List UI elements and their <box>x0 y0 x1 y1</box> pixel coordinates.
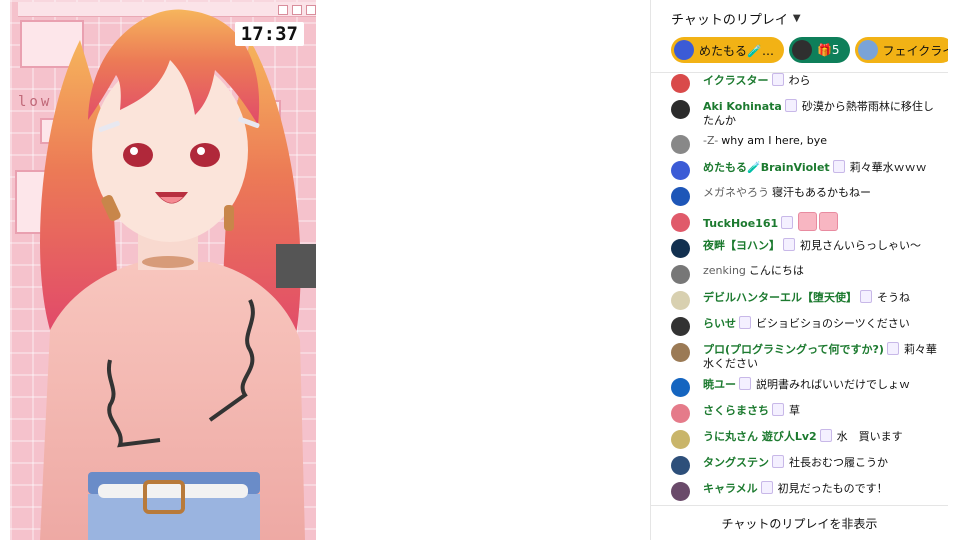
chat-message[interactable]: zenking こんにちは <box>651 261 948 287</box>
member-badge-icon <box>819 429 832 442</box>
chat-message[interactable]: メガネやろう 寝汗もあるかもねー <box>651 183 948 209</box>
member-badge-icon <box>739 316 751 329</box>
chat-message-text: そうね <box>877 291 910 304</box>
avatar[interactable] <box>671 239 690 258</box>
chat-title: チャットのリプレイ <box>671 12 788 28</box>
avatar[interactable] <box>671 456 690 475</box>
chat-message-text: こんにちは <box>748 264 804 277</box>
chat-message-text: 初見さんいらっしゃい〜 <box>800 239 921 252</box>
chat-author[interactable]: TuckHoe161 <box>703 217 778 230</box>
chat-message-text: 初見だったものです！ <box>777 482 888 495</box>
stream-clock: 17:37 <box>234 22 304 46</box>
chat-author[interactable]: タングステン <box>703 456 769 469</box>
avatar[interactable] <box>671 317 690 336</box>
chat-message[interactable]: イクラスター わら <box>651 70 948 96</box>
avatar[interactable] <box>671 135 690 154</box>
chat-author[interactable]: 夜畔【ヨハン】 <box>703 239 780 252</box>
chat-message[interactable]: TuckHoe161 <box>651 209 948 235</box>
avatar[interactable] <box>671 482 690 501</box>
member-badge-icon <box>772 403 784 416</box>
chat-author[interactable]: うに丸さん 遊び人Lv2 <box>703 430 817 443</box>
avatar[interactable] <box>671 404 690 423</box>
hide-chat-replay-button[interactable]: チャットのリプレイを非表示 <box>651 505 948 540</box>
chat-message[interactable]: -Z-why am I here, bye <box>651 131 948 157</box>
pinned-chip-label: 5 <box>831 43 840 57</box>
side-panel-tab[interactable] <box>276 244 316 288</box>
chat-author[interactable]: めたもる🧪BrainViolet <box>703 161 830 174</box>
member-badge-icon <box>781 216 794 229</box>
chat-message-text: 莉々華水ｗｗｗ <box>849 161 927 174</box>
pinned-chip-2[interactable]: 🎁 5 <box>788 37 850 63</box>
chat-author[interactable]: Aki Kohinata <box>703 100 782 113</box>
avatar[interactable] <box>671 343 690 362</box>
chat-message-text: 草 <box>789 404 800 417</box>
chat-message[interactable]: Aki Kohinata 砂漠から熱帯雨林に移住したんか <box>651 96 948 131</box>
avatar[interactable] <box>671 187 690 206</box>
pinned-chip-label: フェイクライ <box>882 43 948 58</box>
avatar[interactable] <box>671 265 690 284</box>
chat-message[interactable]: キャラメル 初見だったものです！ <box>651 478 948 504</box>
member-badge-icon <box>739 377 751 390</box>
chat-author[interactable]: zenking <box>703 264 746 277</box>
member-badge-icon <box>832 160 845 173</box>
vtuber-avatar <box>40 9 305 540</box>
member-badge-icon <box>771 73 784 86</box>
chat-message-text: ビショビショのシーツください <box>756 317 910 330</box>
chat-message[interactable]: さくらまさち 草 <box>651 400 948 426</box>
avatar <box>674 40 694 60</box>
chat-message[interactable]: 夜畔【ヨハン】 初見さんいらっしゃい〜 <box>651 235 948 261</box>
pinned-chip-1[interactable]: めたもる🧪… <box>671 37 784 63</box>
chat-message-text: 社長おむつ履こうか <box>789 456 888 469</box>
custom-emoji-icon <box>819 212 839 231</box>
avatar[interactable] <box>671 74 690 93</box>
chat-author[interactable]: さくらまさち <box>703 404 769 417</box>
chat-message[interactable]: プロ(プログラミングって何ですか?) 莉々華水ください <box>651 339 948 374</box>
chat-message[interactable]: デビルハンターエル【堕天使】 そうね <box>651 287 948 313</box>
member-badge-icon <box>760 481 773 494</box>
chat-author[interactable]: キャラメル <box>703 482 758 495</box>
chat-message[interactable]: タングステン 社長おむつ履こうか <box>651 452 948 478</box>
chat-message[interactable]: めたもる🧪BrainViolet 莉々華水ｗｗｗ <box>651 157 948 183</box>
chat-author[interactable]: らいせ <box>703 317 736 330</box>
hide-chat-replay-label: チャットのリプレイを非表示 <box>721 516 878 531</box>
pinned-supporters: めたもる🧪… 🎁 5 フェイクライ <box>651 36 948 64</box>
chevron-down-icon[interactable]: ▼ <box>793 13 801 24</box>
member-badge-icon <box>772 455 784 468</box>
avatar[interactable] <box>671 291 690 310</box>
pinned-chip-3[interactable]: フェイクライ <box>854 37 948 63</box>
chat-replay-panel: チャットのリプレイ ▼ めたもる🧪… 🎁 5 フェイクライ イクラスター わら Ak… <box>650 0 948 540</box>
chat-author[interactable]: メガネやろう <box>703 186 769 199</box>
avatar <box>791 40 812 60</box>
chat-message-text: 説明書みればいいだけでしょｗ <box>756 378 910 391</box>
custom-emoji-icon <box>798 212 818 231</box>
chat-author[interactable]: プロ(プログラミングって何ですか?) <box>703 343 884 356</box>
avatar[interactable] <box>671 378 690 397</box>
member-badge-icon <box>860 290 872 303</box>
chat-message-list[interactable]: イクラスター わら Aki Kohinata 砂漠から熱帯雨林に移住したんか -Z-wh… <box>651 70 948 504</box>
gift-icon: 🎁 <box>816 43 832 57</box>
avatar[interactable] <box>671 213 690 232</box>
chat-message[interactable]: うに丸さん 遊び人Lv2 水 買います <box>651 426 948 452</box>
chat-message[interactable]: 暁ユー 説明書みればいいだけでしょｗ <box>651 374 948 400</box>
avatar <box>857 40 878 60</box>
avatar[interactable] <box>671 100 690 119</box>
avatar[interactable] <box>671 161 690 180</box>
pinned-chip-label: めたもる🧪… <box>699 43 774 58</box>
chat-message-text: わら <box>788 74 811 87</box>
avatar[interactable] <box>671 430 690 449</box>
chat-message-text: 寝汗もあるかもねー <box>772 186 871 199</box>
member-badge-icon <box>886 342 899 355</box>
chat-message-text: 水 買います <box>836 430 903 443</box>
chat-author[interactable]: イクラスター <box>703 74 769 87</box>
video-player[interactable]: low 17:37 <box>10 0 316 540</box>
chat-author[interactable]: -Z- <box>703 134 718 147</box>
chat-author[interactable]: デビルハンターエル【堕天使】 <box>703 291 857 304</box>
chat-message[interactable]: らいせ ビショビショのシーツください <box>651 313 948 339</box>
member-badge-icon <box>784 99 797 112</box>
chat-message-text: why am I here, bye <box>721 134 827 147</box>
chat-header[interactable]: チャットのリプレイ ▼ <box>651 0 948 36</box>
chat-author[interactable]: 暁ユー <box>703 378 736 391</box>
member-badge-icon <box>783 238 795 251</box>
